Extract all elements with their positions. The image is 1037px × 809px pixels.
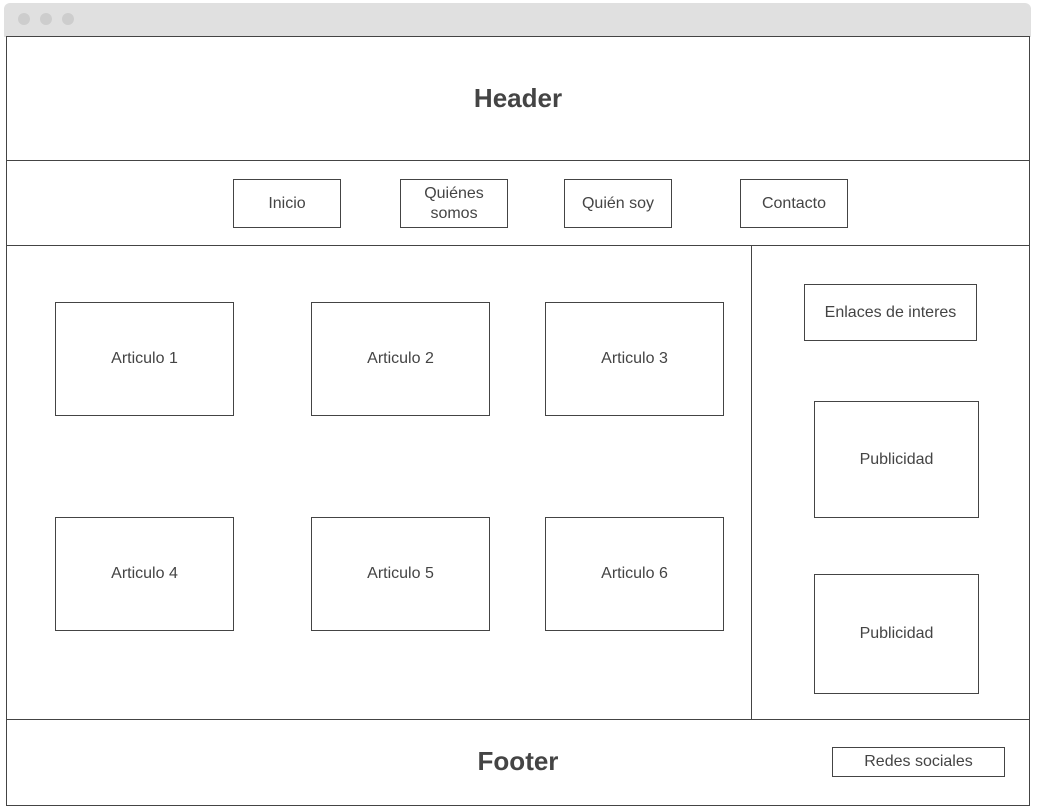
article-label: Articulo 3 — [601, 350, 668, 368]
wireframe-page: Header Inicio Quiénes somos Quién soy Co… — [6, 36, 1030, 806]
article-label: Articulo 6 — [601, 565, 668, 583]
nav-item-label: Inicio — [268, 194, 306, 212]
social-links-label: Redes sociales — [864, 753, 973, 771]
nav-item-quienes-somos[interactable]: Quiénes somos — [400, 179, 508, 228]
footer-divider — [7, 719, 1029, 720]
article-card-3[interactable]: Articulo 3 — [545, 302, 724, 416]
social-links-box[interactable]: Redes sociales — [832, 747, 1005, 777]
sidebar-divider — [751, 245, 752, 720]
nav-item-label: Quién soy — [581, 194, 655, 212]
article-label: Articulo 2 — [367, 350, 434, 368]
links-of-interest-label: Enlaces de interes — [824, 303, 957, 321]
nav-item-inicio[interactable]: Inicio — [233, 179, 341, 228]
header-title: Header — [473, 83, 563, 113]
window-title-bar — [4, 3, 1031, 37]
article-card-4[interactable]: Articulo 4 — [55, 517, 234, 631]
header-divider — [7, 160, 1029, 161]
ad-label: Publicidad — [859, 450, 934, 468]
window-maximize-dot[interactable] — [62, 13, 74, 25]
ad-box-1[interactable]: Publicidad — [814, 401, 979, 518]
nav-item-label: Quiénes somos — [424, 185, 484, 222]
article-label: Articulo 4 — [111, 565, 178, 583]
links-of-interest-box[interactable]: Enlaces de interes — [804, 284, 977, 341]
article-card-2[interactable]: Articulo 2 — [311, 302, 490, 416]
window-minimize-dot[interactable] — [40, 13, 52, 25]
article-label: Articulo 1 — [111, 350, 178, 368]
nav-item-contacto[interactable]: Contacto — [740, 179, 848, 228]
article-card-1[interactable]: Articulo 1 — [55, 302, 234, 416]
article-card-5[interactable]: Articulo 5 — [311, 517, 490, 631]
ad-box-2[interactable]: Publicidad — [814, 574, 979, 694]
window-close-dot[interactable] — [18, 13, 30, 25]
nav-divider — [7, 245, 1029, 246]
article-label: Articulo 5 — [367, 565, 434, 583]
nav-item-label: Contacto — [761, 194, 827, 212]
article-card-6[interactable]: Articulo 6 — [545, 517, 724, 631]
ad-label: Publicidad — [859, 625, 934, 643]
nav-item-quien-soy[interactable]: Quién soy — [564, 179, 672, 228]
